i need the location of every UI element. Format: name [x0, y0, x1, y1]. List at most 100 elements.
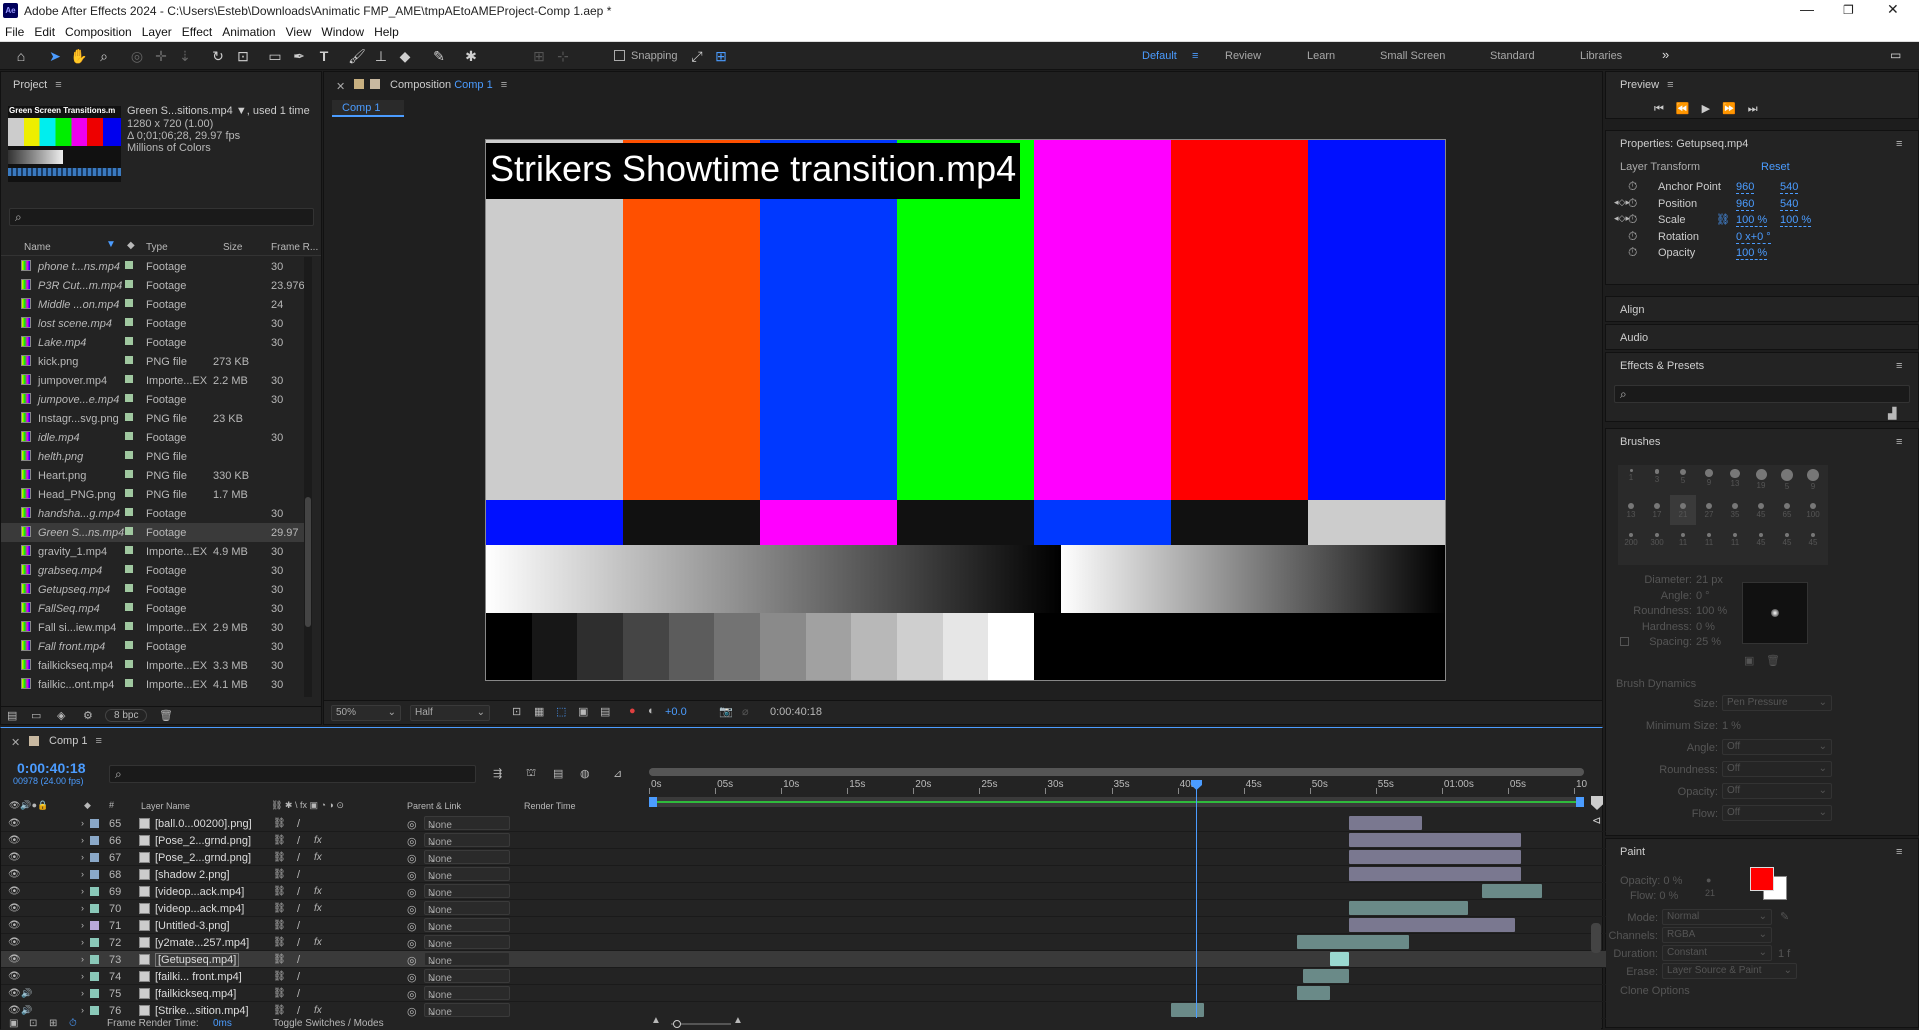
- project-item[interactable]: Fall si...iew.mp4 Importe...EX 2.9 MB 30: [1, 618, 311, 637]
- quality-switch-icon[interactable]: /: [297, 818, 300, 830]
- layer-name[interactable]: [ball.0...00200].png]: [155, 818, 252, 830]
- label-color-swatch[interactable]: [90, 921, 99, 930]
- effects-menu-icon[interactable]: ≡: [1896, 360, 1902, 372]
- menu-help[interactable]: Help: [369, 22, 404, 39]
- zoom-dropdown[interactable]: 50% ⌄: [331, 705, 401, 721]
- brush-tip[interactable]: 9: [1696, 465, 1722, 495]
- layer-name[interactable]: [Untitled-3.png]: [155, 920, 230, 932]
- brush-prop-value[interactable]: 21 px: [1696, 574, 1723, 586]
- spacing-checkbox[interactable]: [1620, 637, 1629, 646]
- roto-brush-icon[interactable]: ✎: [430, 47, 448, 65]
- shy-switch-icon[interactable]: ⛓: [273, 818, 286, 829]
- col-layer-name[interactable]: Layer Name: [141, 801, 190, 811]
- project-item[interactable]: phone t...ns.mp4 Footage 30: [1, 257, 311, 276]
- quality-switch-icon[interactable]: /: [297, 835, 300, 847]
- clone-stamp-icon[interactable]: ⊥: [372, 47, 390, 65]
- menu-window[interactable]: Window: [316, 22, 369, 39]
- timeline-timecode[interactable]: 0:00:40:18: [17, 760, 86, 776]
- workspace-learn[interactable]: Learn: [1307, 50, 1335, 62]
- expand-arrow-icon[interactable]: ›: [81, 869, 84, 879]
- new-preset-icon[interactable]: ▟: [1888, 407, 1896, 420]
- save-brush-icon[interactable]: ▣: [1744, 654, 1754, 667]
- brush-tip[interactable]: 27: [1696, 495, 1722, 525]
- layer-name[interactable]: [Pose_2...grnd.png]: [155, 835, 251, 847]
- lock-icon[interactable]: [354, 79, 364, 89]
- label-color-swatch[interactable]: [125, 641, 133, 649]
- label-color-swatch[interactable]: [125, 679, 133, 687]
- delete-brush-icon[interactable]: 🗑: [1766, 654, 1780, 667]
- layer-clip-bar[interactable]: [1349, 816, 1423, 830]
- layer-clip-bar[interactable]: [1349, 867, 1522, 881]
- fx-switch-icon[interactable]: fx: [314, 835, 322, 846]
- transfer-controls-icon[interactable]: ⊡: [29, 1018, 37, 1029]
- table-row[interactable]: 👁 › 69 [videop...ack.mp4] ⛓ / fx ◎ None ⌄: [1, 883, 1606, 900]
- next-frame-icon[interactable]: ⏩: [1722, 103, 1748, 115]
- project-item[interactable]: jumpove...e.mp4 Footage 30: [1, 390, 311, 409]
- show-snapshot-icon[interactable]: ⌀: [742, 705, 749, 718]
- rotate-tool-icon[interactable]: ↻: [209, 47, 227, 65]
- stopwatch-icon[interactable]: ⏱: [1628, 179, 1637, 194]
- brush-tip[interactable]: 45: [1748, 495, 1774, 525]
- stopwatch-icon[interactable]: ⏱: [1628, 245, 1637, 260]
- layer-name[interactable]: [failki... front.mp4]: [155, 971, 242, 983]
- resolution-dropdown[interactable]: Half ⌄: [410, 705, 490, 721]
- label-color-swatch[interactable]: [125, 470, 133, 478]
- quality-switch-icon[interactable]: /: [297, 988, 300, 1000]
- interpret-footage-icon[interactable]: ▤: [7, 709, 17, 722]
- brush-tip[interactable]: 13: [1618, 495, 1644, 525]
- property-value-1[interactable]: 100 %: [1736, 214, 1768, 227]
- parent-dropdown[interactable]: None ⌄: [424, 884, 510, 899]
- stopwatch-icon[interactable]: ⏱: [1628, 229, 1637, 244]
- parent-dropdown[interactable]: None ⌄: [424, 986, 510, 1001]
- visibility-eye-icon[interactable]: 👁: [8, 954, 21, 965]
- comp-timecode[interactable]: 0:00:40:18: [770, 706, 822, 718]
- col-layer-number[interactable]: #: [109, 800, 114, 810]
- project-item[interactable]: kick.png PNG file 273 KB: [1, 352, 311, 371]
- parent-dropdown[interactable]: None ⌄: [424, 816, 510, 831]
- new-folder-icon[interactable]: ▭: [31, 709, 41, 722]
- pickwhip-icon[interactable]: ◎: [407, 971, 417, 984]
- layer-clip-bar[interactable]: [1303, 969, 1350, 983]
- color-channels-icon[interactable]: ●: [629, 705, 636, 717]
- table-row[interactable]: 👁 › 70 [videop...ack.mp4] ⛓ / fx ◎ None ⌄: [1, 900, 1606, 917]
- keyframe-nav-icon[interactable]: ◂◇▸: [1614, 213, 1630, 224]
- parent-dropdown[interactable]: None ⌄: [424, 867, 510, 882]
- quality-switch-icon[interactable]: /: [297, 954, 300, 966]
- paint-flow-value[interactable]: 0 %: [1659, 890, 1678, 902]
- footage-dropdown-icon[interactable]: ▼: [236, 105, 247, 117]
- reset-button[interactable]: Reset: [1761, 161, 1790, 173]
- duration-frames[interactable]: 1 f: [1778, 948, 1790, 960]
- keyframe-nav-icon[interactable]: ◂◇▸: [1614, 197, 1630, 208]
- workspace-libraries[interactable]: Libraries: [1580, 50, 1622, 62]
- zoom-slider[interactable]: [671, 1020, 731, 1028]
- brush-tip[interactable]: 300: [1644, 525, 1670, 555]
- project-item[interactable]: failkickseq.mp4 Importe...EX 3.3 MB 30: [1, 656, 311, 675]
- comp-panel-name[interactable]: Comp 1: [454, 79, 493, 91]
- shy-switch-icon[interactable]: ⛓: [273, 937, 286, 948]
- fx-switch-icon[interactable]: fx: [314, 886, 322, 897]
- label-color-swatch[interactable]: [125, 375, 133, 383]
- dolly-tool-icon[interactable]: ⇣: [176, 47, 194, 65]
- timeline-search-input[interactable]: ⌕: [109, 765, 476, 783]
- workspace-overflow-icon[interactable]: »: [1662, 47, 1669, 62]
- close-panel-icon[interactable]: ✕: [336, 80, 345, 93]
- brush-tip[interactable]: 11: [1670, 525, 1696, 555]
- workspace-menu-icon[interactable]: ≡: [1192, 50, 1198, 62]
- anchor-tool-icon[interactable]: ⊡: [234, 47, 252, 65]
- layer-clip-bar[interactable]: [1349, 901, 1469, 915]
- fx-switch-icon[interactable]: fx: [314, 852, 322, 863]
- label-color-swatch[interactable]: [90, 1006, 99, 1015]
- layer-name[interactable]: [y2mate...257.mp4]: [155, 937, 249, 949]
- visibility-eye-icon[interactable]: 👁: [8, 988, 21, 999]
- parent-dropdown[interactable]: None ⌄: [424, 833, 510, 848]
- zoom-in-icon[interactable]: ▲: [733, 1015, 743, 1026]
- av-features-icon[interactable]: 👁🔊●🔒: [9, 800, 48, 811]
- brush-tip[interactable]: 100: [1800, 495, 1826, 525]
- label-color-swatch[interactable]: [90, 819, 99, 828]
- axis-icon[interactable]: ⊹: [554, 47, 572, 65]
- expand-arrow-icon[interactable]: ›: [81, 1005, 84, 1015]
- audio-icon[interactable]: 🔊: [21, 988, 32, 999]
- project-search-input[interactable]: ⌕: [9, 208, 314, 226]
- workspace-standard[interactable]: Standard: [1490, 50, 1535, 62]
- properties-menu-icon[interactable]: ≡: [1896, 138, 1902, 150]
